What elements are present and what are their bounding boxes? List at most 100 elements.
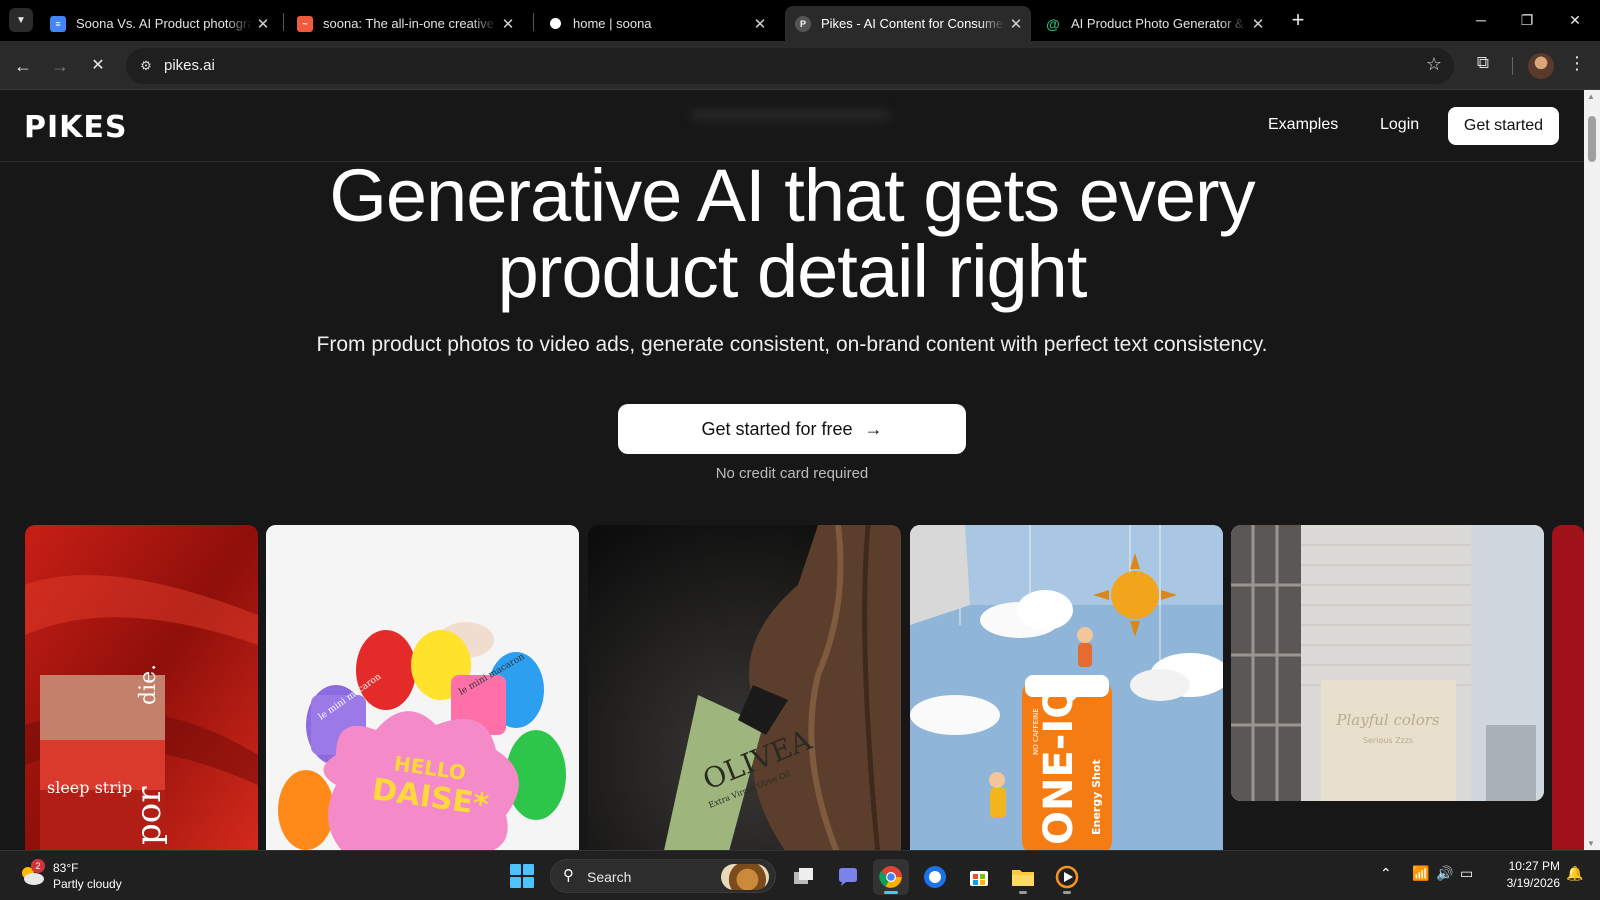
tab-title: Pikes - AI Content for Consumer Brands bbox=[821, 16, 1005, 31]
hero-title: Generative AI that gets every product de… bbox=[0, 158, 1584, 310]
tab-soona-vs-ai[interactable]: ≡ Soona Vs. AI Product photography ✕ bbox=[40, 6, 278, 41]
docs-icon: ≡ bbox=[50, 15, 66, 32]
hero-get-started-button[interactable]: Get started for free → bbox=[618, 404, 966, 454]
profile-avatar[interactable] bbox=[1528, 53, 1554, 79]
page-scrollbar[interactable]: ▲ ▼ bbox=[1584, 90, 1600, 850]
hero-subtitle: From product photos to video ads, genera… bbox=[316, 333, 1268, 356]
playful-colors-image: Playful colors Serious Zzzs bbox=[1231, 525, 1544, 801]
card1-brand: die. bbox=[136, 664, 161, 705]
taskbar-media-player[interactable] bbox=[1049, 859, 1085, 895]
wifi-icon[interactable]: 📶 bbox=[1412, 865, 1429, 882]
card5-line1: Playful colors bbox=[1335, 711, 1440, 729]
start-button[interactable] bbox=[510, 864, 534, 888]
task-view-icon bbox=[794, 868, 813, 884]
close-icon[interactable]: ✕ bbox=[1247, 15, 1269, 33]
gallery-card-hello-daise[interactable]: HELLO DAISE* le mini macaron le mini mac… bbox=[266, 525, 579, 850]
tab-home-soona[interactable]: home | soona ✕ bbox=[537, 6, 775, 41]
card5-line2: Serious Zzzs bbox=[1363, 736, 1413, 745]
running-indicator bbox=[1019, 891, 1027, 894]
battery-icon[interactable]: ▭ bbox=[1460, 865, 1473, 882]
close-window-button[interactable]: ✕ bbox=[1552, 8, 1598, 32]
url-text[interactable]: pikes.ai bbox=[164, 57, 215, 74]
card4-sub: Energy Shot bbox=[1090, 759, 1103, 835]
scroll-down-icon[interactable]: ▼ bbox=[1587, 839, 1595, 848]
forward-button[interactable]: → bbox=[46, 52, 74, 80]
taskbar-chrome[interactable] bbox=[873, 859, 909, 895]
card4-brand: ONE-IQ bbox=[1036, 685, 1082, 845]
windows-taskbar: 2 83°F Partly cloudy ⚲ Search ⌃ 📶 🔊 ▭ 10… bbox=[0, 850, 1600, 900]
scroll-up-icon[interactable]: ▲ bbox=[1587, 92, 1595, 101]
taskbar-app-blue[interactable] bbox=[917, 859, 953, 895]
weather-temp: 83°F bbox=[53, 861, 79, 875]
close-icon[interactable]: ✕ bbox=[749, 15, 771, 33]
bookmark-star-icon[interactable]: ☆ bbox=[1426, 54, 1442, 75]
browser-menu-icon[interactable]: ⋮ bbox=[1565, 53, 1589, 79]
taskbar-file-explorer[interactable] bbox=[1005, 859, 1041, 895]
address-bar[interactable]: ⚙ pikes.ai ☆ bbox=[126, 48, 1454, 84]
windows-logo-tile bbox=[523, 877, 534, 888]
pikes-icon: P bbox=[795, 15, 811, 32]
nav-get-started-button[interactable]: Get started bbox=[1448, 107, 1559, 145]
task-view-button[interactable] bbox=[786, 859, 822, 895]
notification-bell-icon[interactable]: 🔔 bbox=[1566, 865, 1583, 882]
clock-time: 10:27 PM bbox=[1508, 859, 1560, 873]
teams-chat-icon bbox=[839, 868, 857, 886]
gallery-card-sleep-strip[interactable]: die. sleep strip por bbox=[25, 525, 258, 850]
search-icon: ⚲ bbox=[563, 867, 574, 884]
gallery-card-one-iq[interactable]: ONE-IQ Energy Shot NO CAFFEINE bbox=[910, 525, 1223, 850]
tab-pikes-active[interactable]: P Pikes - AI Content for Consumer Brands… bbox=[785, 6, 1031, 41]
browser-tab-strip: ▼ ≡ Soona Vs. AI Product photography ✕ ~… bbox=[0, 0, 1600, 41]
nav-examples-link[interactable]: Examples bbox=[1268, 116, 1338, 134]
close-icon[interactable]: ✕ bbox=[252, 15, 274, 33]
page-viewport: PIKES Examples Login Get started Generat… bbox=[0, 90, 1584, 850]
tab-divider bbox=[283, 13, 284, 31]
media-player-icon bbox=[1055, 865, 1079, 889]
taskbar-teams[interactable] bbox=[830, 859, 866, 895]
taskbar-store[interactable] bbox=[961, 859, 997, 895]
volume-icon[interactable]: 🔊 bbox=[1436, 865, 1453, 882]
pikes-logo[interactable]: PIKES bbox=[24, 110, 128, 145]
back-button[interactable]: ← bbox=[9, 52, 37, 80]
close-icon[interactable]: ✕ bbox=[497, 15, 519, 33]
soona-icon: ~ bbox=[297, 15, 313, 32]
gallery-card-partial[interactable] bbox=[1552, 525, 1584, 850]
scrollbar-thumb[interactable] bbox=[1588, 116, 1596, 162]
tab-soona-platform[interactable]: ~ soona: The all-in-one creative platfor… bbox=[287, 6, 523, 41]
taskbar-clock[interactable]: 10:27 PM 3/19/2026 bbox=[1488, 858, 1560, 892]
extensions-icon[interactable]: ⧉ bbox=[1470, 53, 1496, 79]
swirl-icon: @ bbox=[1046, 15, 1060, 32]
olivea-image: OLIVEA Extra Virgin Olive Oil bbox=[588, 525, 901, 850]
close-icon[interactable]: ✕ bbox=[1005, 15, 1027, 33]
weather-condition: Partly cloudy bbox=[53, 877, 122, 891]
card4-tag: NO CAFFEINE bbox=[1032, 708, 1040, 755]
restore-button[interactable]: ❐ bbox=[1504, 8, 1550, 32]
hello-daise-image: HELLO DAISE* le mini macaron le mini mac… bbox=[266, 525, 579, 850]
card1-side-text: por bbox=[129, 786, 169, 845]
new-tab-button[interactable]: + bbox=[1285, 8, 1311, 34]
toolbar-divider bbox=[1512, 57, 1513, 75]
minimize-button[interactable]: ─ bbox=[1458, 8, 1504, 32]
tab-search-button[interactable]: ▼ bbox=[9, 8, 33, 32]
gallery-card-playful-colors[interactable]: Playful colors Serious Zzzs bbox=[1231, 525, 1544, 801]
stop-loading-button[interactable]: ✕ bbox=[84, 52, 112, 80]
app-circle-icon bbox=[924, 866, 946, 888]
gallery-card-olivea[interactable]: OLIVEA Extra Virgin Olive Oil bbox=[588, 525, 901, 850]
tray-overflow-chevron-icon[interactable]: ⌃ bbox=[1380, 865, 1392, 882]
tab-title: home | soona bbox=[573, 16, 652, 31]
soona-dot-icon bbox=[547, 16, 563, 32]
clock-date: 3/19/2026 bbox=[1506, 876, 1560, 890]
weather-widget[interactable]: 2 83°F Partly cloudy bbox=[18, 859, 138, 893]
browser-toolbar: ← → ✕ ⚙ pikes.ai ☆ ⧉ ⋮ bbox=[0, 41, 1600, 90]
tab-ai-photo-generator[interactable]: @ AI Product Photo Generator & Editor ✕ bbox=[1035, 6, 1273, 41]
tab-title: soona: The all-in-one creative platform bbox=[323, 16, 497, 31]
folder-icon bbox=[1012, 870, 1034, 886]
nav-login-link[interactable]: Login bbox=[1380, 116, 1419, 134]
site-header: PIKES Examples Login Get started bbox=[0, 90, 1584, 162]
header-blurred-banner bbox=[690, 108, 890, 122]
windows-logo-tile bbox=[510, 864, 521, 875]
taskbar-search[interactable]: ⚲ Search bbox=[550, 859, 776, 893]
site-info-icon[interactable]: ⚙ bbox=[136, 56, 156, 76]
weather-badge: 2 bbox=[31, 859, 45, 873]
card1-label: sleep strip bbox=[47, 778, 132, 797]
taskbar-search-label: Search bbox=[587, 869, 632, 885]
